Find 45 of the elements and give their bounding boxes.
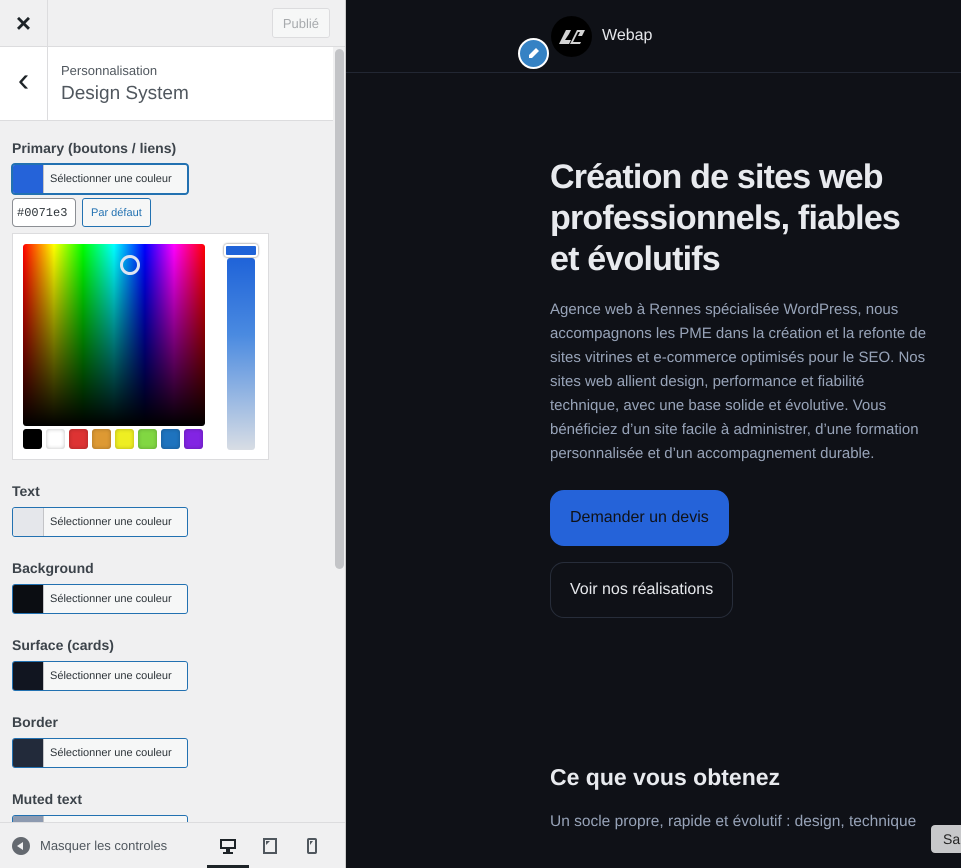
palette-swatch[interactable] — [23, 429, 42, 449]
color-label: Border — [12, 714, 59, 730]
lightness-slider-track[interactable] — [227, 258, 255, 450]
color-picker-button[interactable]: Sélectionner une couleur — [12, 661, 188, 691]
color-picker-button[interactable]: Sélectionner une couleur — [12, 507, 188, 537]
collapse-icon — [12, 836, 30, 854]
color-label: Muted text — [12, 791, 83, 807]
color-label: Text — [12, 483, 41, 499]
tooltip: Sa — [931, 825, 961, 853]
palette-swatch[interactable] — [138, 429, 157, 449]
color-label: Surface (cards) — [12, 637, 115, 653]
slider-thumb[interactable] — [224, 244, 258, 257]
logo-icon — [558, 28, 584, 44]
close-button[interactable]: × — [0, 0, 48, 46]
color-picker-button[interactable]: Sélectionner une couleur — [12, 738, 188, 768]
tablet-icon — [263, 838, 277, 854]
site-name[interactable]: Webap — [602, 27, 652, 45]
color-picker-button[interactable]: Sélectionner une couleur — [12, 164, 188, 194]
section-parent-label: Personnalisation — [61, 62, 158, 78]
color-picker-button[interactable]: Sélectionner une couleur — [12, 584, 188, 614]
section-title: Design System — [61, 82, 189, 104]
color-gradient-field[interactable] — [23, 244, 205, 426]
pencil-icon — [527, 47, 540, 60]
section-paragraph: Un socle propre, rapide et évolutif : design, technique — [550, 813, 918, 831]
palette-swatch[interactable] — [161, 429, 180, 449]
color-label: Background — [12, 560, 95, 576]
desktop-icon — [219, 838, 237, 854]
picker-handle[interactable] — [120, 255, 140, 275]
palette-swatch[interactable] — [115, 429, 134, 449]
hex-input-field[interactable]: #0071e3 — [12, 198, 76, 227]
hide-controls-button[interactable]: Masquer les controles — [12, 836, 168, 854]
edit-button[interactable] — [518, 38, 549, 69]
palette-swatch[interactable] — [46, 429, 65, 449]
section-heading: Ce que vous obtenez — [550, 764, 782, 791]
color-label: Primary (boutons / liens) — [12, 140, 178, 156]
cta-button[interactable]: Voir nos réalisations — [550, 562, 734, 618]
site-logo[interactable] — [551, 16, 592, 56]
palette-swatch[interactable] — [92, 429, 111, 449]
scrollbar-thumb[interactable] — [334, 49, 344, 569]
mobile-icon — [307, 838, 317, 854]
hero-paragraph: Agence web à Rennes spécialisée WordPress, nous accompagnons les PME dans la création et la refonte de sites vitrines et e-commerce optimisés pour le SEO. Nos sites web allient design, performance et fiabilité technique, avec une base solide et évolutive. Vous bénéficiez d’un site facile à administrer, d’une formation personnalisée et d’un accompagnement durable. — [550, 300, 928, 464]
hero-heading: Création de sites web professionnels, fiables et évolutifs — [550, 157, 902, 280]
palette-swatch[interactable] — [69, 429, 88, 449]
default-button[interactable]: Par défaut — [82, 198, 151, 227]
palette-swatch[interactable] — [184, 429, 203, 449]
